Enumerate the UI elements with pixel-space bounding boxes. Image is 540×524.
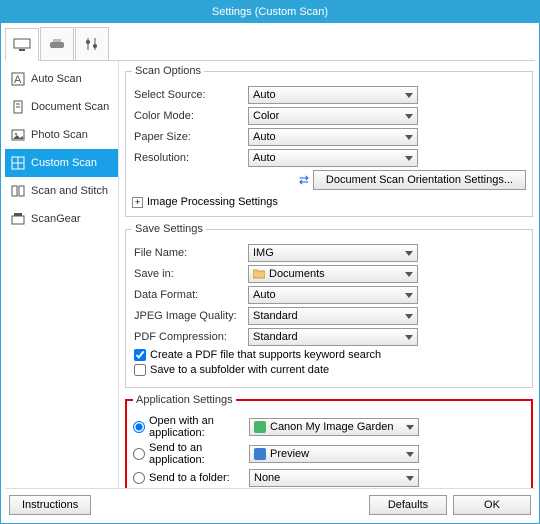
image-processing-label: Image Processing Settings: [147, 196, 278, 208]
save-settings-group: Save Settings File Name: IMG Save in: Do…: [125, 223, 533, 388]
open-with-radio[interactable]: Open with an application:: [133, 415, 249, 439]
open-with-dropdown[interactable]: Canon My Image Garden: [249, 418, 419, 436]
send-folder-radio[interactable]: Send to a folder:: [133, 472, 249, 484]
instructions-button[interactable]: Instructions: [9, 495, 91, 515]
paper-size-label: Paper Size:: [132, 131, 248, 143]
file-name-field[interactable]: IMG: [248, 244, 418, 262]
tab-preferences[interactable]: [75, 27, 109, 60]
scangear-icon: [11, 212, 25, 226]
sidebar-item-document-scan[interactable]: Document Scan: [5, 93, 118, 121]
sidebar-item-label: ScanGear: [31, 213, 81, 225]
window-title: Settings (Custom Scan): [1, 1, 539, 23]
stitch-icon: [11, 184, 25, 198]
create-pdf-keyword-checkbox[interactable]: Create a PDF file that supports keyword …: [134, 349, 526, 361]
send-app-radio-input[interactable]: [133, 448, 145, 460]
color-mode-label: Color Mode:: [132, 110, 248, 122]
resolution-dropdown[interactable]: Auto: [248, 149, 418, 167]
orientation-settings-button[interactable]: Document Scan Orientation Settings...: [313, 170, 526, 190]
save-in-label: Save in:: [132, 268, 248, 280]
pdf-compression-dropdown[interactable]: Standard: [248, 328, 418, 346]
sidebar-item-label: Photo Scan: [31, 129, 88, 141]
select-source-label: Select Source:: [132, 89, 248, 101]
sidebar-item-scangear[interactable]: ScanGear: [5, 205, 118, 233]
send-app-dropdown[interactable]: Preview: [249, 445, 419, 463]
main-area: A Auto Scan Document Scan Photo Scan Cus…: [5, 61, 535, 488]
select-source-dropdown[interactable]: Auto: [248, 86, 418, 104]
save-subfolder-input[interactable]: [134, 364, 146, 376]
sliders-icon: [84, 36, 100, 52]
photo-icon: [11, 128, 25, 142]
data-format-dropdown[interactable]: Auto: [248, 286, 418, 304]
create-pdf-keyword-input[interactable]: [134, 349, 146, 361]
resolution-label: Resolution:: [132, 152, 248, 164]
sidebar-item-label: Custom Scan: [31, 157, 97, 169]
settings-window: Settings (Custom Scan) A Auto Scan D: [0, 0, 540, 524]
application-settings-group: Application Settings Open with an applic…: [125, 394, 533, 488]
scan-options-legend: Scan Options: [132, 65, 204, 77]
sidebar-item-custom-scan[interactable]: Custom Scan: [5, 149, 118, 177]
swap-icon: ⇄: [299, 173, 309, 187]
preview-icon: [254, 448, 266, 460]
save-subfolder-checkbox[interactable]: Save to a subfolder with current date: [134, 364, 526, 376]
sidebar-item-auto-scan[interactable]: A Auto Scan: [5, 65, 118, 93]
color-mode-dropdown[interactable]: Color: [248, 107, 418, 125]
settings-pane: Scan Options Select Source: Auto Color M…: [119, 61, 535, 488]
save-settings-legend: Save Settings: [132, 223, 206, 235]
open-with-radio-input[interactable]: [133, 421, 145, 433]
footer-buttons: Instructions Defaults OK: [5, 488, 535, 519]
sidebar-item-label: Auto Scan: [31, 73, 82, 85]
custom-icon: [11, 156, 25, 170]
scanner-icon: [48, 37, 66, 51]
sidebar: A Auto Scan Document Scan Photo Scan Cus…: [5, 61, 119, 488]
monitor-icon: [13, 38, 31, 52]
send-app-radio[interactable]: Send to an application:: [133, 442, 249, 466]
sidebar-item-scan-and-stitch[interactable]: Scan and Stitch: [5, 177, 118, 205]
sidebar-item-label: Document Scan: [31, 101, 109, 113]
plus-icon: +: [132, 197, 143, 208]
folder-icon: [253, 268, 265, 280]
jpeg-quality-dropdown[interactable]: Standard: [248, 307, 418, 325]
application-settings-legend: Application Settings: [133, 394, 236, 406]
auto-scan-icon: A: [11, 72, 25, 86]
top-tabbar: [5, 27, 535, 61]
file-name-label: File Name:: [132, 247, 248, 259]
send-folder-radio-input[interactable]: [133, 472, 145, 484]
tab-scan-from-device[interactable]: [40, 27, 74, 60]
scan-options-group: Scan Options Select Source: Auto Color M…: [125, 65, 533, 217]
document-icon: [11, 100, 25, 114]
jpeg-quality-label: JPEG Image Quality:: [132, 310, 248, 322]
svg-text:A: A: [14, 74, 22, 86]
pdf-compression-label: PDF Compression:: [132, 331, 248, 343]
ok-button[interactable]: OK: [453, 495, 531, 515]
tab-scan-from-computer[interactable]: [5, 28, 39, 61]
sidebar-item-label: Scan and Stitch: [31, 185, 108, 197]
sidebar-item-photo-scan[interactable]: Photo Scan: [5, 121, 118, 149]
image-processing-expand[interactable]: + Image Processing Settings: [132, 196, 526, 208]
save-in-dropdown[interactable]: Documents: [248, 265, 418, 283]
app-icon: [254, 421, 266, 433]
defaults-button[interactable]: Defaults: [369, 495, 447, 515]
paper-size-dropdown[interactable]: Auto: [248, 128, 418, 146]
window-content: A Auto Scan Document Scan Photo Scan Cus…: [1, 23, 539, 523]
data-format-label: Data Format:: [132, 289, 248, 301]
send-folder-dropdown[interactable]: None: [249, 469, 419, 487]
